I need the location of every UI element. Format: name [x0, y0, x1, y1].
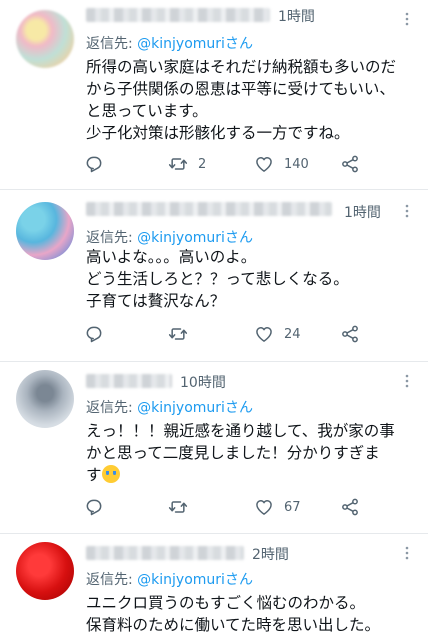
- more-icon[interactable]: [404, 546, 410, 560]
- tweet-time[interactable]: 10時間: [180, 372, 226, 392]
- share-button[interactable]: [340, 323, 360, 345]
- reply-icon: [86, 156, 102, 173]
- retweet-button[interactable]: [168, 496, 188, 518]
- more-icon[interactable]: [404, 12, 410, 26]
- retweet-count: 2: [198, 156, 207, 172]
- reply-to-suffix[interactable]: さん: [225, 400, 253, 416]
- share-button[interactable]: [340, 153, 360, 175]
- reply-button[interactable]: [84, 153, 104, 175]
- action-bar: 2 140: [84, 153, 374, 175]
- tweet-text-line: 子育ては贅沢なん？: [86, 292, 226, 310]
- tweet-time[interactable]: 1時間: [344, 202, 381, 222]
- share-icon: [342, 155, 358, 173]
- reply-button[interactable]: [84, 496, 104, 518]
- action-bar: 24: [84, 323, 374, 345]
- reply-to-handle[interactable]: @kinjyomuri: [137, 572, 225, 588]
- reply-to-prefix: 返信先:: [86, 572, 138, 588]
- tweet-text-line: 所得の高い家庭はそれだけ納税額も多いのだ: [86, 58, 397, 76]
- author-name-blurred[interactable]: [86, 8, 270, 22]
- tweet-text-line: どう生活しろと？？って悲しくなる。: [86, 270, 349, 288]
- reply-to-handle[interactable]: @kinjyomuri: [137, 230, 225, 246]
- avatar[interactable]: [16, 202, 74, 260]
- more-icon[interactable]: [404, 204, 410, 218]
- like-count: 24: [284, 326, 301, 342]
- tweet-text-fragment: す: [86, 466, 102, 484]
- like-button[interactable]: 140: [254, 153, 309, 175]
- share-button[interactable]: [340, 496, 360, 518]
- tweet-2[interactable]: 1時間 返信先: @kinjyomuriさん 高いよな。。。高いのよ。 どう生活…: [0, 190, 428, 362]
- author-name-blurred[interactable]: [86, 202, 332, 216]
- action-bar: 67: [84, 496, 374, 518]
- avatar[interactable]: [16, 542, 74, 600]
- heart-icon: [256, 157, 272, 172]
- tweet-text-line: 少子化対策は形骸化する一方ですね。: [86, 124, 350, 142]
- tweet-text-line: かと思って二度見しました！分かりすぎま: [86, 444, 380, 462]
- author-name-blurred[interactable]: [86, 546, 244, 560]
- tweet-text-line: ユニクロ買うのもすごく悩むのわかる。: [86, 594, 366, 612]
- reply-to-prefix: 返信先:: [86, 230, 138, 246]
- share-icon: [342, 498, 358, 516]
- author-name-blurred[interactable]: [86, 374, 172, 388]
- retweet-icon: [168, 158, 188, 170]
- like-count: 140: [284, 156, 309, 172]
- tweet-time[interactable]: 2時間: [252, 544, 289, 564]
- tweet-text: ユニクロ買うのもすごく悩むのわかる。 保育料のために働いてた時を思い出した。: [86, 592, 412, 636]
- tweet-time[interactable]: 1時間: [278, 6, 315, 26]
- tweet-text-line: と思っています。: [86, 102, 208, 120]
- tweet-3[interactable]: 10時間 返信先: @kinjyomuriさん えっ！！！親近感を通り越して、我…: [0, 362, 428, 534]
- share-icon: [342, 325, 358, 343]
- reply-to-line: 返信先: @kinjyomuriさん: [86, 397, 253, 417]
- reply-to-line: 返信先: @kinjyomuriさん: [86, 33, 253, 53]
- reply-to-line: 返信先: @kinjyomuriさん: [86, 227, 253, 247]
- tweet-text-line: から子供関係の恩恵は平等に受けてもいい、: [86, 80, 395, 98]
- tweet-text-line: えっ！！！親近感を通り越して、我が家の事: [86, 422, 395, 440]
- like-count: 67: [284, 499, 301, 515]
- heart-icon: [256, 327, 272, 342]
- retweet-button[interactable]: [168, 323, 188, 345]
- avatar[interactable]: [16, 370, 74, 428]
- tweet-text-line: 高いよな。。。高いのよ。: [86, 248, 257, 266]
- reply-button[interactable]: [84, 323, 104, 345]
- loudly-crying-face-icon: [101, 465, 120, 483]
- tweet-text: 高いよな。。。高いのよ。 どう生活しろと？？って悲しくなる。 子育ては贅沢なん？: [86, 246, 412, 312]
- tweet-text-line: す: [86, 464, 412, 486]
- retweet-icon: [168, 328, 188, 340]
- reply-to-prefix: 返信先:: [86, 400, 138, 416]
- reply-icon: [86, 326, 102, 343]
- like-button[interactable]: 24: [254, 323, 301, 345]
- reply-to-suffix[interactable]: さん: [225, 36, 253, 52]
- retweet-icon: [168, 501, 188, 513]
- reply-to-suffix[interactable]: さん: [225, 230, 253, 246]
- tweet-text: えっ！！！親近感を通り越して、我が家の事 かと思って二度見しました！分かりすぎま…: [86, 420, 412, 486]
- reply-icon: [86, 499, 102, 516]
- tweet-text-line: 保育料のために働いてた時を思い出した。: [86, 616, 381, 634]
- reply-to-prefix: 返信先:: [86, 36, 138, 52]
- tweet-1[interactable]: 1時間 返信先: @kinjyomuriさん 所得の高い家庭はそれだけ納税額も多…: [0, 0, 428, 190]
- reply-to-handle[interactable]: @kinjyomuri: [137, 400, 225, 416]
- more-icon[interactable]: [404, 374, 410, 388]
- reply-to-line: 返信先: @kinjyomuriさん: [86, 569, 253, 589]
- avatar[interactable]: [16, 10, 74, 68]
- retweet-button[interactable]: 2: [168, 153, 206, 175]
- reply-to-handle[interactable]: @kinjyomuri: [137, 36, 225, 52]
- tweet-text: 所得の高い家庭はそれだけ納税額も多いのだ から子供関係の恩恵は平等に受けてもいい…: [86, 56, 412, 144]
- tweet-4[interactable]: 2時間 返信先: @kinjyomuriさん ユニクロ買うのもすごく悩むのわかる…: [0, 534, 428, 640]
- heart-icon: [256, 500, 272, 515]
- reply-to-suffix[interactable]: さん: [225, 572, 253, 588]
- like-button[interactable]: 67: [254, 496, 301, 518]
